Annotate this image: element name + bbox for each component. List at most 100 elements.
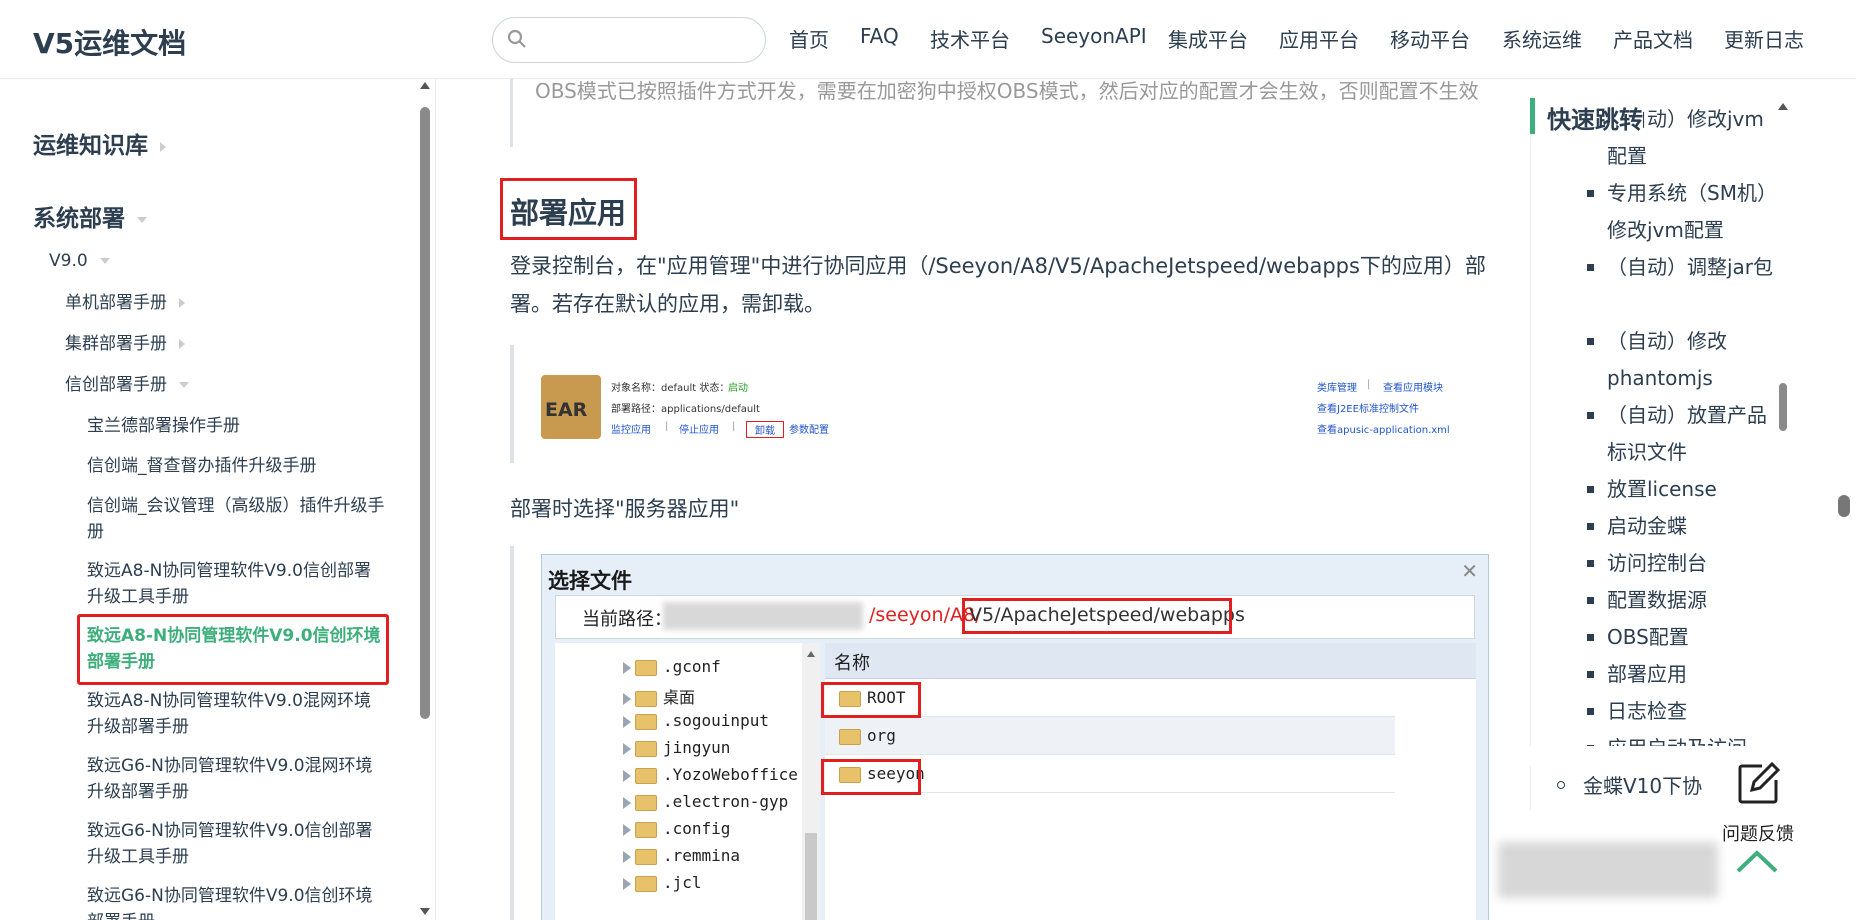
sidebar-item-cluster[interactable]: 集群部署手册 <box>65 331 185 357</box>
sidebar-item-standalone[interactable]: 单机部署手册 <box>65 290 185 316</box>
quote-bar <box>510 79 513 147</box>
top-navbar: V5运维文档 首页 FAQ 技术平台 SeeyonAPI 集成平台 应用平台 移… <box>0 0 1856 79</box>
nav-integration[interactable]: 集成平台 <box>1168 24 1248 53</box>
sidebar-group-deploy[interactable]: 系统部署 <box>33 199 147 233</box>
folder-tree: .gconf 桌面 .sogouinput jingyun .YozoWebof… <box>555 643 820 920</box>
tree-scrollbar[interactable] <box>802 643 820 920</box>
nav-application[interactable]: 应用平台 <box>1279 24 1359 53</box>
tree-item[interactable]: .config <box>623 819 730 838</box>
expand-icon <box>623 742 631 755</box>
feedback-button[interactable]: 问题反馈 <box>1722 760 1804 850</box>
chevron-right-icon <box>179 339 185 349</box>
sidebar-scrollbar[interactable] <box>418 79 432 920</box>
sidebar-item-g6-mixed[interactable]: 致远G6-N协同管理软件V9.0混网环境升级部署手册 <box>87 753 387 805</box>
toc-accent-bar <box>1530 98 1535 134</box>
uninstall-link[interactable]: 卸载 <box>746 421 784 438</box>
expand-icon <box>623 715 631 728</box>
close-icon[interactable]: ✕ <box>1461 559 1478 583</box>
toc-item[interactable]: 访问控制台 <box>1607 545 1777 582</box>
chevron-right-icon <box>160 141 166 152</box>
sidebar-item-g6-upgrade-tool[interactable]: 致远G6-N协同管理软件V9.0信创部署升级工具手册 <box>87 818 387 870</box>
sidebar-item-label: V9.0 <box>49 251 88 271</box>
tree-item[interactable]: jingyun <box>623 738 730 757</box>
ear-label: EAR <box>545 399 588 421</box>
back-to-top-icon[interactable] <box>1734 845 1780 875</box>
toc-scrollbar[interactable] <box>1776 98 1790 798</box>
tree-item[interactable]: .sogouinput <box>623 711 769 730</box>
tree-item[interactable]: 桌面 <box>623 684 695 708</box>
tree-item[interactable]: .jcl <box>623 873 702 892</box>
nav-seeyon-api[interactable]: SeeyonAPI <box>1041 24 1147 48</box>
nav-product-docs[interactable]: 产品文档 <box>1613 24 1693 53</box>
sidebar-item-g6-env-deploy[interactable]: 致远G6-N协同管理软件V9.0信创环境部署手册 <box>87 883 387 920</box>
nav-mobile[interactable]: 移动平台 <box>1390 24 1470 53</box>
tree-label: .config <box>663 819 731 838</box>
nav-faq[interactable]: FAQ <box>860 24 899 48</box>
sidebar-item-meeting[interactable]: 信创端_会议管理（高级版）插件升级手册 <box>87 493 387 545</box>
expand-icon <box>623 877 631 890</box>
view-j2ee-link[interactable]: 查看J2EE标准控制文件 <box>1317 400 1419 415</box>
tree-label: .YozoWeboffice <box>663 765 798 784</box>
tree-label: 桌面 <box>663 688 696 707</box>
table-of-contents: （自动）修改jvm配置 快速跳转 专用系统（SM机）修改jvm配置 （自动）调整… <box>1530 98 1796 810</box>
nav-changelog[interactable]: 更新日志 <box>1724 24 1804 53</box>
seeyon-highlight-box <box>821 759 921 795</box>
nav-tech-platform[interactable]: 技术平台 <box>930 24 1010 53</box>
tree-label: .remmina <box>663 846 741 865</box>
bullet <box>1587 190 1594 197</box>
search-icon <box>507 29 526 48</box>
library-mgmt-link[interactable]: 类库管理 <box>1317 379 1357 394</box>
bullet <box>1587 560 1594 567</box>
monitor-app-link[interactable]: 监控应用 <box>611 421 651 436</box>
expand-icon <box>623 661 631 674</box>
tree-label: jingyun <box>663 738 731 757</box>
bullet <box>1587 597 1594 604</box>
page-scrollbar-thumb[interactable] <box>1838 495 1850 517</box>
expand-icon <box>623 796 631 809</box>
expand-icon <box>623 769 631 782</box>
param-config-link[interactable]: 参数配置 <box>789 421 829 436</box>
site-logo[interactable]: V5运维文档 <box>33 22 186 62</box>
figure-quote-bar <box>510 546 514 920</box>
toc-item[interactable]: （自动）调整jar包 <box>1607 249 1777 286</box>
toc-item[interactable]: OBS配置 <box>1607 619 1777 656</box>
view-modules-link[interactable]: 查看应用模块 <box>1383 379 1443 394</box>
view-apusic-xml-link[interactable]: 查看apusic-application.xml <box>1317 421 1450 436</box>
sidebar-item-supervision[interactable]: 信创端_督查督办插件升级手册 <box>87 453 387 479</box>
sidebar-group-ops-kb[interactable]: 运维知识库 <box>33 126 166 160</box>
sidebar-item-label: 单机部署手册 <box>65 293 167 313</box>
toc-item[interactable]: 部署应用 <box>1607 656 1777 693</box>
sidebar-item-xinchuang[interactable]: 信创部署手册 <box>65 372 189 398</box>
chevron-down-icon <box>99 258 110 264</box>
toc-item[interactable]: 配置数据源 <box>1607 582 1777 619</box>
toc-item[interactable]: 专用系统（SM机）修改jvm配置 <box>1607 175 1777 249</box>
section-heading: 部署应用 <box>510 196 627 230</box>
toc-item[interactable]: 启动金蝶 <box>1607 508 1777 545</box>
toc-item[interactable]: （自动）修改phantomjs <box>1607 323 1777 397</box>
tree-item[interactable]: .remmina <box>623 846 740 865</box>
sidebar-item-a8-upgrade-tool[interactable]: 致远A8-N协同管理软件V9.0信创部署升级工具手册 <box>87 558 387 610</box>
stop-app-link[interactable]: 停止应用 <box>679 421 719 436</box>
sidebar-item-bes[interactable]: 宝兰德部署操作手册 <box>87 413 387 439</box>
column-header-label: 名称 <box>834 653 870 674</box>
file-row-org[interactable]: org <box>825 717 1395 755</box>
tree-item[interactable]: .gconf <box>623 657 721 676</box>
sidebar-item-v9[interactable]: V9.0 <box>49 248 110 274</box>
tree-label: .jcl <box>663 873 702 892</box>
dialog-title: 选择文件 <box>548 569 632 593</box>
file-list: 名称 ROOT org seeyon <box>821 643 1476 920</box>
toc-item[interactable]: 日志检查 <box>1607 693 1777 730</box>
choose-file-dialog: 选择文件 ✕ 当前路径： /seeyon/A8/ V5/ApacheJetspe… <box>541 554 1489 920</box>
toc-item[interactable]: （自动）放置产品标识文件 <box>1607 397 1777 471</box>
toc-item[interactable]: 放置license <box>1607 471 1777 508</box>
tree-item[interactable]: .YozoWeboffice <box>623 765 798 784</box>
column-header-name[interactable]: 名称 <box>825 643 1476 679</box>
nav-ops[interactable]: 系统运维 <box>1502 24 1582 53</box>
sidebar-item-a8-mixed[interactable]: 致远A8-N协同管理软件V9.0混网环境升级部署手册 <box>87 688 387 740</box>
nav-home[interactable]: 首页 <box>789 24 829 53</box>
status-text: 启动 <box>728 383 748 394</box>
path-label: 当前路径： <box>582 609 672 630</box>
search-input[interactable] <box>492 17 766 63</box>
path-bar[interactable]: 当前路径： /seeyon/A8/ V5/ApacheJetspeed/weba… <box>555 595 1475 639</box>
tree-item[interactable]: .electron-gyp <box>623 792 788 811</box>
